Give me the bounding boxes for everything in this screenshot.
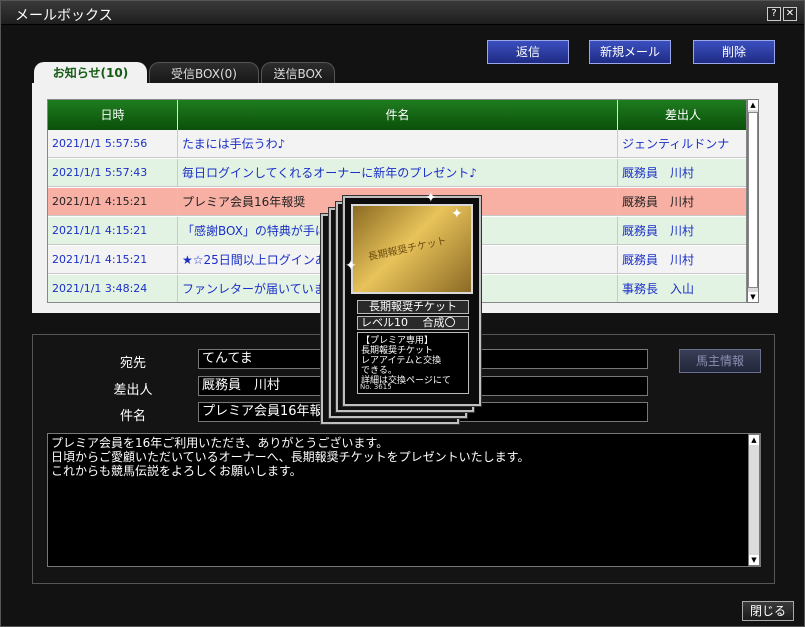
list-scrollbar[interactable]: ▲ ▼ xyxy=(747,99,759,303)
table-header: 日時 件名 差出人 xyxy=(48,100,746,130)
scroll-up-icon[interactable]: ▲ xyxy=(749,435,759,445)
row-date: 2021/1/1 4:15:21 xyxy=(48,188,178,216)
column-header-subject[interactable]: 件名 xyxy=(178,100,618,130)
scroll-thumb[interactable] xyxy=(748,112,758,288)
row-date: 2021/1/1 4:15:21 xyxy=(48,217,178,245)
row-date: 2021/1/1 3:48:24 xyxy=(48,275,178,302)
row-date: 2021/1/1 5:57:43 xyxy=(48,159,178,187)
item-level: レベル10 合成〇 xyxy=(357,316,469,330)
message-body: プレミア会員を16年ご利用いただき、ありがとうございます。 日頃からご愛顧いただ… xyxy=(47,433,761,567)
row-from: 厩務員 川村 xyxy=(618,188,746,216)
row-from: 厩務員 川村 xyxy=(618,159,746,187)
message-body-text: プレミア会員を16年ご利用いただき、ありがとうございます。 日頃からご愛顧いただ… xyxy=(51,436,530,478)
tab-sent[interactable]: 送信BOX xyxy=(261,62,335,84)
item-name: 長期報奨チケット xyxy=(357,300,469,314)
delete-button[interactable]: 削除 xyxy=(693,40,775,64)
close-window-button[interactable]: ✕ xyxy=(783,7,797,21)
scroll-up-icon[interactable]: ▲ xyxy=(748,100,758,110)
ticket-image-text: 長期報奨チケット xyxy=(367,235,448,264)
item-card-stack: 長期報奨チケット ✦ ✦ ✦ 長期報奨チケット レベル10 合成〇 【プレミア専… xyxy=(321,190,491,434)
reply-button[interactable]: 返信 xyxy=(487,40,569,64)
to-label: 宛先 xyxy=(119,356,146,371)
close-button[interactable]: 閉じる xyxy=(742,601,794,621)
scroll-down-icon[interactable]: ▼ xyxy=(748,292,758,302)
row-from: 事務長 入山 xyxy=(618,275,746,302)
row-date: 2021/1/1 4:15:21 xyxy=(48,246,178,274)
item-card: 長期報奨チケット ✦ ✦ ✦ 長期報奨チケット レベル10 合成〇 【プレミア専… xyxy=(343,190,481,406)
scroll-down-icon[interactable]: ▼ xyxy=(749,555,759,565)
help-button[interactable]: ? xyxy=(767,7,781,21)
subject-label: 件名 xyxy=(119,409,146,424)
table-row[interactable]: 2021/1/1 5:57:43 毎日ログインしてくれるオーナーに新年のプレゼン… xyxy=(48,159,746,187)
column-header-date[interactable]: 日時 xyxy=(48,100,178,130)
column-header-from[interactable]: 差出人 xyxy=(618,100,746,130)
row-date: 2021/1/1 5:57:56 xyxy=(48,130,178,158)
mailbox-window: メールボックス ? ✕ 返信 新規メール 削除 お知らせ(10) 受信BOX(0… xyxy=(0,0,805,627)
window-title: メールボックス xyxy=(15,8,113,24)
owner-info-button[interactable]: 馬主情報 xyxy=(679,349,761,373)
sparkle-icon: ✦ xyxy=(451,206,463,222)
from-label: 差出人 xyxy=(113,383,153,398)
tab-notices[interactable]: お知らせ(10) xyxy=(34,62,147,84)
row-from: 厩務員 川村 xyxy=(618,217,746,245)
new-mail-button[interactable]: 新規メール xyxy=(589,40,671,64)
row-subject: 毎日ログインしてくれるオーナーに新年のプレゼント♪ xyxy=(178,159,618,187)
title-bar: メールボックス ? ✕ xyxy=(1,1,804,25)
row-from: ジェンティルドンナ xyxy=(618,130,746,158)
table-row[interactable]: 2021/1/1 5:57:56 たまには手伝うわ♪ ジェンティルドンナ xyxy=(48,130,746,158)
sparkle-icon: ✦ xyxy=(345,258,357,274)
body-scrollbar[interactable]: ▲ ▼ xyxy=(748,434,760,566)
sparkle-icon: ✦ xyxy=(425,190,437,206)
row-from: 厩務員 川村 xyxy=(618,246,746,274)
row-subject: たまには手伝うわ♪ xyxy=(178,130,618,158)
tab-inbox[interactable]: 受信BOX(0) xyxy=(149,62,259,84)
item-number: No. 3615 xyxy=(360,383,392,391)
